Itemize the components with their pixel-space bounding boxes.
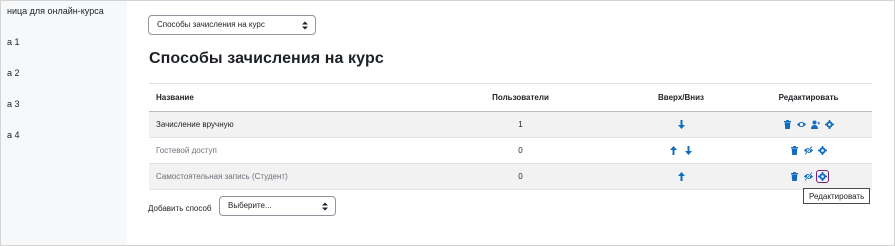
main-content: Способы зачисления на курс Способы зачис…: [128, 1, 894, 245]
chevron-updown-icon: [302, 21, 308, 30]
sidebar-item-topic-3[interactable]: а 3: [7, 99, 20, 109]
page-title: Способы зачисления на курс: [149, 50, 384, 67]
method-name: Самостоятельная запись (Студент): [149, 163, 424, 190]
sidebar-item-topic-2[interactable]: а 2: [7, 68, 20, 78]
updown-cell: [617, 111, 745, 138]
trash-icon[interactable]: [790, 172, 799, 182]
table-row-manual: Зачисление вручную 1: [149, 111, 872, 138]
eye-slash-icon[interactable]: [804, 172, 813, 182]
window-frame: ница для онлайн-курса а 1 а 2 а 3 а 4 Сп…: [0, 0, 895, 246]
gear-icon[interactable]: [815, 169, 830, 184]
users-count: 0: [424, 137, 617, 164]
users-count: 0: [424, 163, 617, 190]
eye-slash-icon[interactable]: [804, 146, 813, 156]
arrow-down-icon[interactable]: [684, 146, 693, 156]
enrolment-nav-select-value: Способы зачисления на курс: [157, 20, 265, 29]
add-method-select[interactable]: Выберите...: [219, 196, 336, 216]
edit-tooltip: Редактировать: [803, 188, 871, 204]
sidebar-item-topic-4[interactable]: а 4: [7, 130, 20, 140]
arrow-up-icon[interactable]: [677, 172, 686, 182]
column-header-users: Пользователи: [424, 83, 617, 112]
course-index-sidebar: ница для онлайн-курса а 1 а 2 а 3 а 4: [1, 1, 127, 245]
edit-actions: [745, 137, 872, 164]
user-plus-icon[interactable]: [811, 120, 821, 130]
table-row-guest: Гостевой доступ 0: [149, 137, 872, 164]
method-name: Гостевой доступ: [149, 137, 424, 164]
edit-actions: [745, 111, 872, 138]
users-count: 1: [424, 111, 617, 138]
trash-icon[interactable]: [783, 120, 792, 130]
arrow-down-icon[interactable]: [677, 120, 686, 130]
gear-icon[interactable]: [818, 146, 828, 156]
gear-icon[interactable]: [825, 120, 835, 130]
sidebar-item-topic-1[interactable]: а 1: [7, 37, 20, 47]
table-row-self-enrol: Самостоятельная запись (Студент) 0: [149, 163, 872, 190]
add-method-label: Добавить способ: [148, 204, 212, 213]
eye-icon[interactable]: [796, 120, 806, 129]
enrolment-nav-select[interactable]: Способы зачисления на курс: [148, 15, 316, 35]
trash-icon[interactable]: [790, 146, 799, 156]
method-name: Зачисление вручную: [149, 111, 424, 138]
table-header-row: Название Пользователи Вверх/Вниз Редакти…: [149, 83, 872, 112]
edit-actions: [745, 163, 872, 190]
updown-cell: [617, 137, 745, 164]
sidebar-item-course[interactable]: ница для онлайн-курса: [7, 6, 104, 16]
column-header-edit: Редактировать: [745, 83, 872, 112]
column-header-name: Название: [149, 83, 424, 112]
add-method-select-value: Выберите...: [228, 201, 272, 210]
enrolment-methods-table: Название Пользователи Вверх/Вниз Редакти…: [149, 83, 872, 190]
column-header-updown: Вверх/Вниз: [617, 83, 745, 112]
arrow-up-icon[interactable]: [669, 146, 678, 156]
updown-cell: [617, 163, 745, 190]
chevron-updown-icon: [322, 202, 328, 211]
